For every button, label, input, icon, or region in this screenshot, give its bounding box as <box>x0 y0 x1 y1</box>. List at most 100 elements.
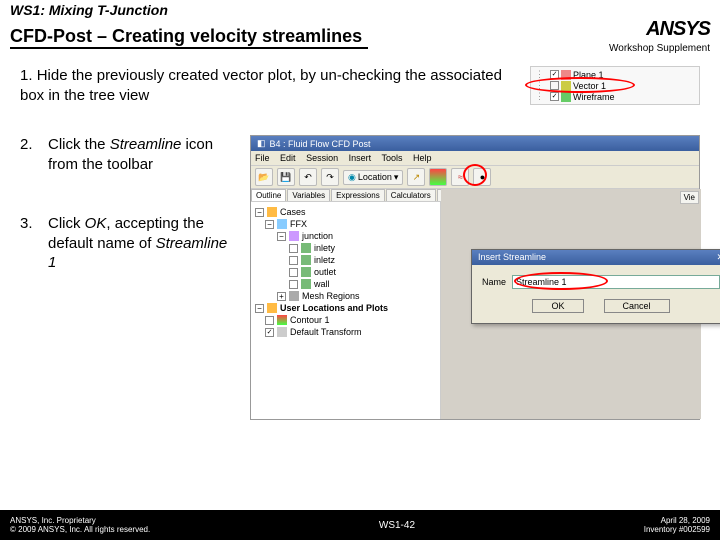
expand-icon[interactable]: − <box>255 208 264 217</box>
slide-footer: ANSYS, Inc. Proprietary © 2009 ANSYS, In… <box>0 510 720 540</box>
menubar: File Edit Session Insert Tools Help <box>251 151 699 166</box>
step-1-text: Hide the previously created vector plot,… <box>20 67 502 104</box>
ansys-logo: ANSYS <box>609 18 710 41</box>
save-icon[interactable]: 💾 <box>277 168 295 186</box>
outline-panel: Outline Variables Expressions Calculator… <box>251 189 441 419</box>
expand-icon[interactable]: − <box>255 304 264 313</box>
tree-junction[interactable]: junction <box>302 231 333 241</box>
tab-expressions[interactable]: Expressions <box>331 189 385 201</box>
copyright-text: © 2009 ANSYS, Inc. All rights reserved. <box>10 525 150 534</box>
page-number: WS1-42 <box>379 520 415 531</box>
viewport-panel: Vie Insert Streamline ✕ Name Streamline … <box>441 189 701 419</box>
expand-icon[interactable]: − <box>265 220 274 229</box>
location-button[interactable]: ◉Location ▾ <box>343 170 403 185</box>
step-3-num: 3. <box>20 214 38 273</box>
tab-calculators[interactable]: Calculators <box>386 189 436 201</box>
step-3: 3. Click OK, accepting the default name … <box>20 214 230 273</box>
workshop-supplement-label: Workshop Supplement <box>609 43 710 54</box>
ws-label: WS1: Mixing T-Junction <box>10 2 710 18</box>
checkbox-icon <box>550 81 559 90</box>
checkbox-icon[interactable] <box>289 244 298 253</box>
tree-cases[interactable]: Cases <box>280 207 306 217</box>
footer-right: April 28, 2009 Inventory #002599 <box>644 516 710 534</box>
plane-icon <box>561 70 571 80</box>
particle-tool-icon[interactable]: ● <box>473 168 491 186</box>
tree-user-locations[interactable]: User Locations and Plots <box>280 303 388 313</box>
undo-icon[interactable]: ↶ <box>299 168 317 186</box>
case-icon <box>277 219 287 229</box>
checkbox-icon: ✓ <box>550 92 559 101</box>
step-2-num: 2. <box>20 135 38 174</box>
tab-variables[interactable]: Variables <box>287 189 330 201</box>
proprietary-text: ANSYS, Inc. Proprietary <box>10 516 150 525</box>
tree-contour[interactable]: Contour 1 <box>290 315 330 325</box>
checkbox-icon[interactable]: ✓ <box>265 328 274 337</box>
checkbox-icon[interactable] <box>289 280 298 289</box>
cfd-post-window: ◧ B4 : Fluid Flow CFD Post File Edit Ses… <box>250 135 700 420</box>
dialog-title: Insert Streamline <box>478 252 546 263</box>
insert-streamline-dialog: Insert Streamline ✕ Name Streamline 1 OK… <box>471 249 720 324</box>
name-label: Name <box>482 277 506 287</box>
menu-help[interactable]: Help <box>413 153 432 163</box>
folder-icon <box>267 303 277 313</box>
menu-tools[interactable]: Tools <box>381 153 402 163</box>
close-icon[interactable]: ✕ <box>716 252 720 263</box>
boundary-icon <box>301 243 311 253</box>
checkbox-icon: ✓ <box>550 70 559 79</box>
date-text: April 28, 2009 <box>644 516 710 525</box>
view-tab[interactable]: Vie <box>680 191 699 204</box>
cancel-button[interactable]: Cancel <box>604 299 670 313</box>
open-icon[interactable]: 📂 <box>255 168 273 186</box>
window-titlebar: ◧ B4 : Fluid Flow CFD Post <box>251 136 699 151</box>
boundary-icon <box>301 279 311 289</box>
mesh-icon <box>289 291 299 301</box>
tree-item-wireframe: Wireframe <box>573 92 615 102</box>
app-icon: ◧ <box>257 138 266 149</box>
tab-outline[interactable]: Outline <box>251 189 286 201</box>
outline-tree: −Cases −FFX −junction inlety inletz outl… <box>251 202 440 342</box>
streamline-tool-icon[interactable]: ≈ <box>451 168 469 186</box>
name-input[interactable]: Streamline 1 <box>512 275 720 289</box>
redo-icon[interactable]: ↷ <box>321 168 339 186</box>
tree-inletz[interactable]: inletz <box>314 255 335 265</box>
tree-item-plane: Plane 1 <box>573 70 604 80</box>
tree-ffx[interactable]: FFX <box>290 219 307 229</box>
wireframe-icon <box>561 92 571 102</box>
step-1-num: 1. <box>20 67 33 84</box>
transform-icon <box>277 327 287 337</box>
menu-edit[interactable]: Edit <box>280 153 296 163</box>
checkbox-icon[interactable] <box>289 256 298 265</box>
tree-outlet[interactable]: outlet <box>314 267 336 277</box>
slide-header: WS1: Mixing T-Junction CFD-Post – Creati… <box>0 0 720 56</box>
step-2: 2. Click the Streamline icon from the to… <box>20 135 230 174</box>
ok-button[interactable]: OK <box>532 299 583 313</box>
step-3-text: Click OK, accepting the default name of … <box>48 214 230 273</box>
boundary-icon <box>301 267 311 277</box>
dialog-titlebar: Insert Streamline ✕ <box>472 250 720 265</box>
tree-snippet: ✓ Plane 1 Vector 1 ✓ Wireframe <box>530 66 700 105</box>
menu-session[interactable]: Session <box>306 153 338 163</box>
vector-tool-icon[interactable]: ↗ <box>407 168 425 186</box>
checkbox-icon[interactable] <box>289 268 298 277</box>
page-title: CFD-Post – Creating velocity streamlines <box>10 26 368 49</box>
vector-icon <box>561 81 571 91</box>
expand-icon[interactable]: − <box>277 232 286 241</box>
tree-mesh-regions[interactable]: Mesh Regions <box>302 291 360 301</box>
expand-icon[interactable]: + <box>277 292 286 301</box>
toolbar: 📂 💾 ↶ ↷ ◉Location ▾ ↗ ≈ ● <box>251 166 699 189</box>
boundary-icon <box>301 255 311 265</box>
contour-tool-icon[interactable] <box>429 168 447 186</box>
menu-insert[interactable]: Insert <box>349 153 372 163</box>
folder-icon <box>267 207 277 217</box>
tree-default-transform[interactable]: Default Transform <box>290 327 362 337</box>
window-title: B4 : Fluid Flow CFD Post <box>270 139 371 149</box>
step-2-text: Click the Streamline icon from the toolb… <box>48 135 230 174</box>
tree-inlety[interactable]: inlety <box>314 243 335 253</box>
tree-wall[interactable]: wall <box>314 279 330 289</box>
checkbox-icon[interactable] <box>265 316 274 325</box>
tree-item-vector: Vector 1 <box>573 81 606 91</box>
logo-area: ANSYS Workshop Supplement <box>609 18 710 54</box>
menu-file[interactable]: File <box>255 153 270 163</box>
slide-content: 1. Hide the previously created vector pl… <box>0 56 720 430</box>
inventory-text: Inventory #002599 <box>644 525 710 534</box>
